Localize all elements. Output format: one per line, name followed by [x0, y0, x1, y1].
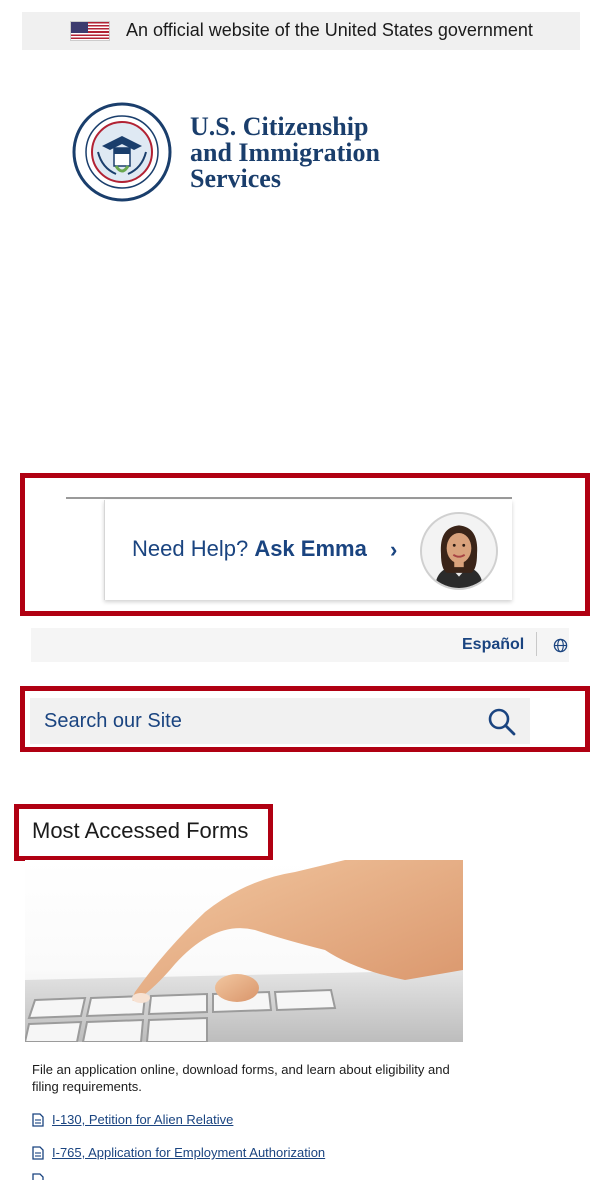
us-flag-icon: [70, 21, 110, 41]
agency-name-line-2: and Immigration: [190, 138, 380, 167]
form-link-label: I-765, Application for Employment Author…: [52, 1145, 326, 1160]
agency-name[interactable]: U.S. Citizenship and Immigration Service…: [190, 114, 380, 192]
dhs-seal-icon[interactable]: [72, 102, 172, 202]
search-highlight: [20, 686, 590, 752]
form-link-partial[interactable]: [32, 1173, 52, 1180]
document-icon: [32, 1112, 44, 1127]
language-switch-link[interactable]: Español: [462, 636, 524, 654]
document-icon: [32, 1145, 44, 1160]
agency-name-line-3: Services: [190, 164, 281, 193]
language-divider: [536, 632, 537, 656]
agency-name-line-1: U.S. Citizenship: [190, 112, 369, 141]
hero-keyboard-hand-image: [25, 860, 463, 1042]
form-link-label: I-130, Petition for Alien Relative: [52, 1112, 234, 1127]
gov-banner-text: An official website of the United States…: [126, 20, 533, 40]
forms-title-highlight: [14, 804, 273, 861]
globe-icon[interactable]: [553, 638, 568, 653]
gov-banner: An official website of the United States…: [22, 12, 580, 50]
ask-emma-highlight: [20, 473, 590, 616]
form-link-i765[interactable]: I-765, Application for Employment Author…: [32, 1145, 325, 1160]
document-icon: [32, 1173, 44, 1180]
forms-description: File an application online, download for…: [32, 1062, 450, 1094]
form-link-i130[interactable]: I-130, Petition for Alien Relative: [32, 1112, 233, 1127]
